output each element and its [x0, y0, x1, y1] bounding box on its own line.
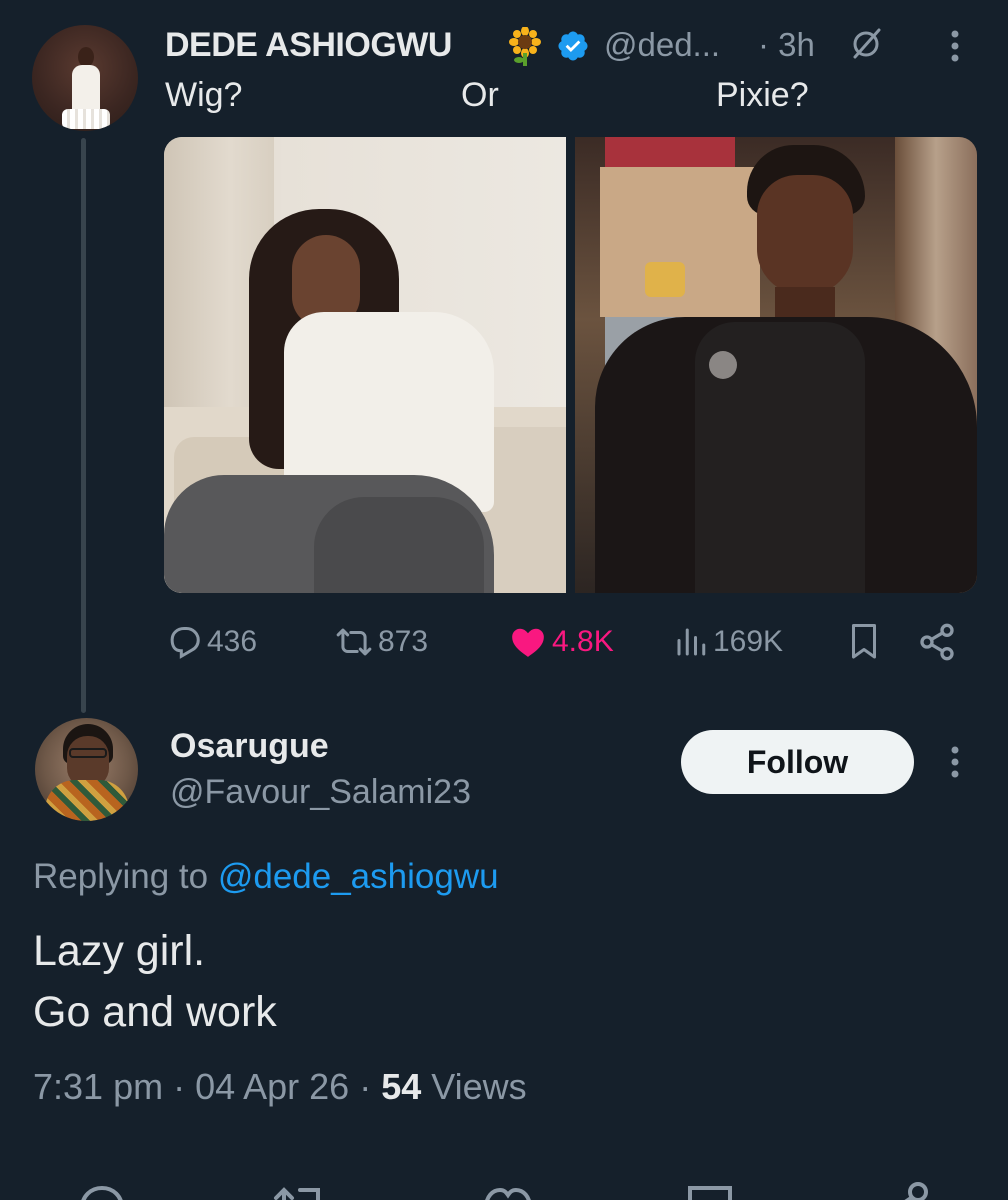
reply-icon [170, 627, 200, 659]
like-action[interactable]: 4.8K [508, 620, 614, 664]
replying-to: Replying to @dede_ashiogwu [33, 857, 499, 897]
tweet-text-pixie: Pixie? [716, 76, 809, 114]
thread-line [81, 138, 86, 713]
reply-meta: 7:31 pm · 04 Apr 26 · 54 Views [33, 1066, 527, 1108]
reply-action[interactable]: 436 [165, 620, 257, 664]
more-icon[interactable] [940, 26, 970, 66]
views-action[interactable]: 169K [673, 620, 783, 664]
sunflower-emoji-icon [509, 27, 541, 66]
tweet-time[interactable]: · 3h [758, 26, 815, 64]
views-icon [677, 628, 706, 656]
heart-icon[interactable] [478, 1178, 538, 1200]
verified-badge-icon [558, 31, 588, 61]
reply-icon[interactable] [72, 1178, 132, 1200]
reply-views-count: 54 [381, 1066, 422, 1107]
reply-views-label: Views [421, 1066, 527, 1107]
author-handle[interactable]: @ded... [604, 26, 720, 64]
repost-action[interactable]: 873 [334, 620, 428, 664]
heart-icon [512, 628, 544, 657]
author-name[interactable]: DEDE ASHIOGWU [165, 26, 452, 65]
author-avatar[interactable] [32, 25, 138, 131]
tweet-text-or: Or [461, 76, 499, 114]
share-icon[interactable] [880, 1178, 940, 1200]
reply-count: 436 [207, 625, 258, 658]
replying-to-mention[interactable]: @dede_ashiogwu [218, 857, 499, 896]
tweet-text-wig: Wig? [165, 76, 243, 114]
reply-author-handle[interactable]: @Favour_Salami23 [170, 773, 471, 812]
share-icon[interactable] [917, 620, 957, 664]
reply-text-line-1: Lazy girl. [33, 927, 206, 975]
bookmark-icon[interactable] [680, 1178, 740, 1200]
repost-count: 873 [378, 625, 429, 658]
replying-prefix: Replying to [33, 857, 218, 896]
repost-icon[interactable] [270, 1178, 330, 1200]
more-icon[interactable] [940, 742, 970, 782]
reply-author-name[interactable]: Osarugue [170, 727, 329, 766]
reply-text-line-2: Go and work [33, 988, 277, 1036]
tweet-photo-pixie[interactable] [575, 137, 977, 593]
repost-icon [336, 628, 372, 656]
like-count: 4.8K [552, 625, 614, 658]
follow-button[interactable]: Follow [681, 730, 914, 794]
tweet-photo-wig[interactable] [164, 137, 566, 593]
views-count: 169K [713, 625, 784, 658]
reply-author-avatar[interactable] [35, 718, 138, 821]
grok-icon[interactable] [846, 24, 886, 64]
bookmark-icon[interactable] [846, 620, 882, 664]
reply-timestamp[interactable]: 7:31 pm · 04 Apr 26 · [33, 1066, 381, 1107]
